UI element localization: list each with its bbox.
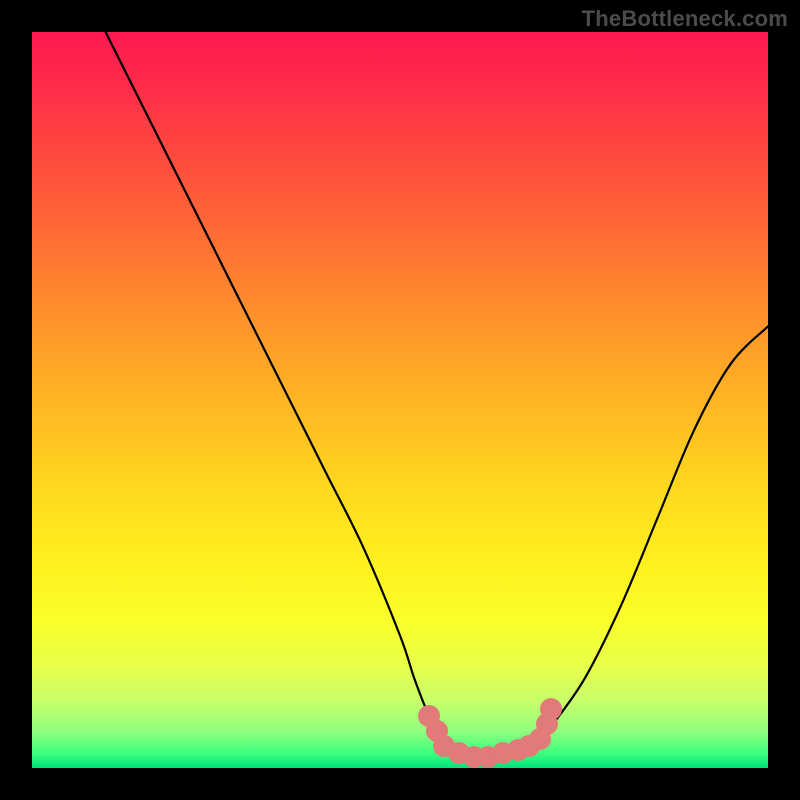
- highlight-dot-group: [32, 32, 768, 768]
- watermark-text: TheBottleneck.com: [582, 6, 788, 32]
- highlight-dot: [540, 698, 562, 720]
- chart-plot-area: [32, 32, 768, 768]
